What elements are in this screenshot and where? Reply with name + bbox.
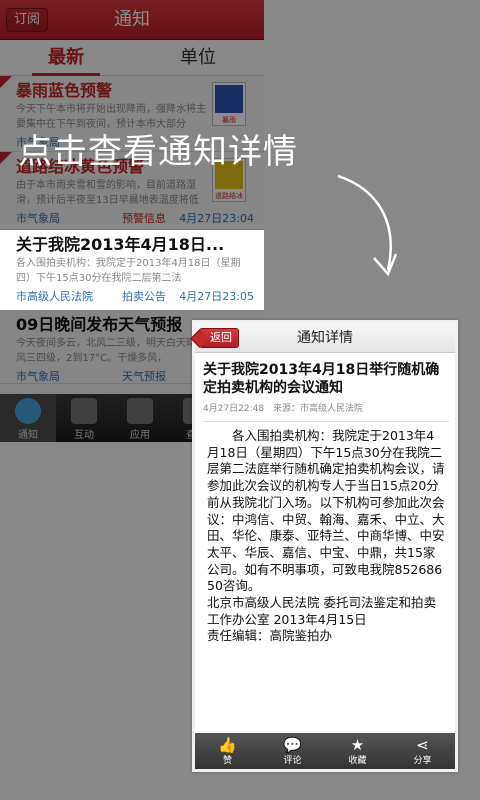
comment-button[interactable]: 💬 评论: [260, 733, 325, 769]
item-category: 拍卖公告: [122, 290, 166, 303]
like-button[interactable]: 👍 赞: [195, 733, 260, 769]
detail-top-bar: 通知详情 返回: [195, 323, 455, 353]
item-title: 关于我院2013年4月18日...: [16, 235, 225, 254]
notification-detail-screen: 通知详情 返回 关于我院2013年4月18日举行随机确定拍卖机构的会议通知 4月…: [192, 320, 458, 772]
article-meta: 4月27日22:48 来源：市高级人民法院: [203, 403, 449, 422]
share-button[interactable]: ⋖ 分享: [390, 733, 455, 769]
article-editor: 责任编辑：高院鉴拍办: [207, 628, 333, 644]
action-label: 收藏: [348, 756, 367, 766]
article-signature: 北京市高级人民法院 委托司法鉴定和拍卖工作办公室 2013年4月15日: [207, 595, 436, 627]
curved-arrow-icon: [337, 174, 398, 277]
article-title: 关于我院2013年4月18日举行随机确定拍卖机构的会议通知: [203, 362, 440, 396]
action-label: 分享: [413, 756, 432, 766]
article: 关于我院2013年4月18日举行随机确定拍卖机构的会议通知 4月27日22:48…: [203, 361, 449, 645]
item-source: 市高级人民法院: [16, 290, 93, 303]
action-label: 评论: [283, 756, 302, 766]
highlighted-item-window: 关于我院2013年4月18日... 各入围拍卖机构：我院定于2013年4月18日…: [0, 230, 264, 310]
tutorial-hint: 点击查看通知详情: [18, 132, 298, 172]
article-body: 各入围拍卖机构：我院定于2013年4月18日（星期四）下午15点30分在我院二层…: [203, 428, 449, 645]
article-date: 4月27日22:48: [203, 404, 265, 414]
share-icon: ⋖: [416, 736, 429, 754]
star-icon: ★: [350, 736, 365, 754]
article-paragraph: 各入围拍卖机构：我院定于2013年4月18日（星期四）下午15点30分在我院二层…: [207, 428, 445, 594]
action-label: 赞: [222, 756, 232, 766]
detail-action-bar: 👍 赞 💬 评论 ★ 收藏 ⋖ 分享: [195, 733, 455, 769]
thumbs-up-icon: 👍: [218, 736, 237, 754]
article-source: 来源：市高级人民法院: [273, 404, 364, 414]
item-date: 4月27日23:05: [179, 290, 254, 303]
item-summary: 各入围拍卖机构：我院定于2013年4月18日（星期四）下午15点30分在我院二层…: [16, 258, 241, 284]
comment-icon: 💬: [283, 736, 302, 754]
favorite-button[interactable]: ★ 收藏: [325, 733, 390, 769]
back-button[interactable]: 返回: [199, 328, 239, 348]
